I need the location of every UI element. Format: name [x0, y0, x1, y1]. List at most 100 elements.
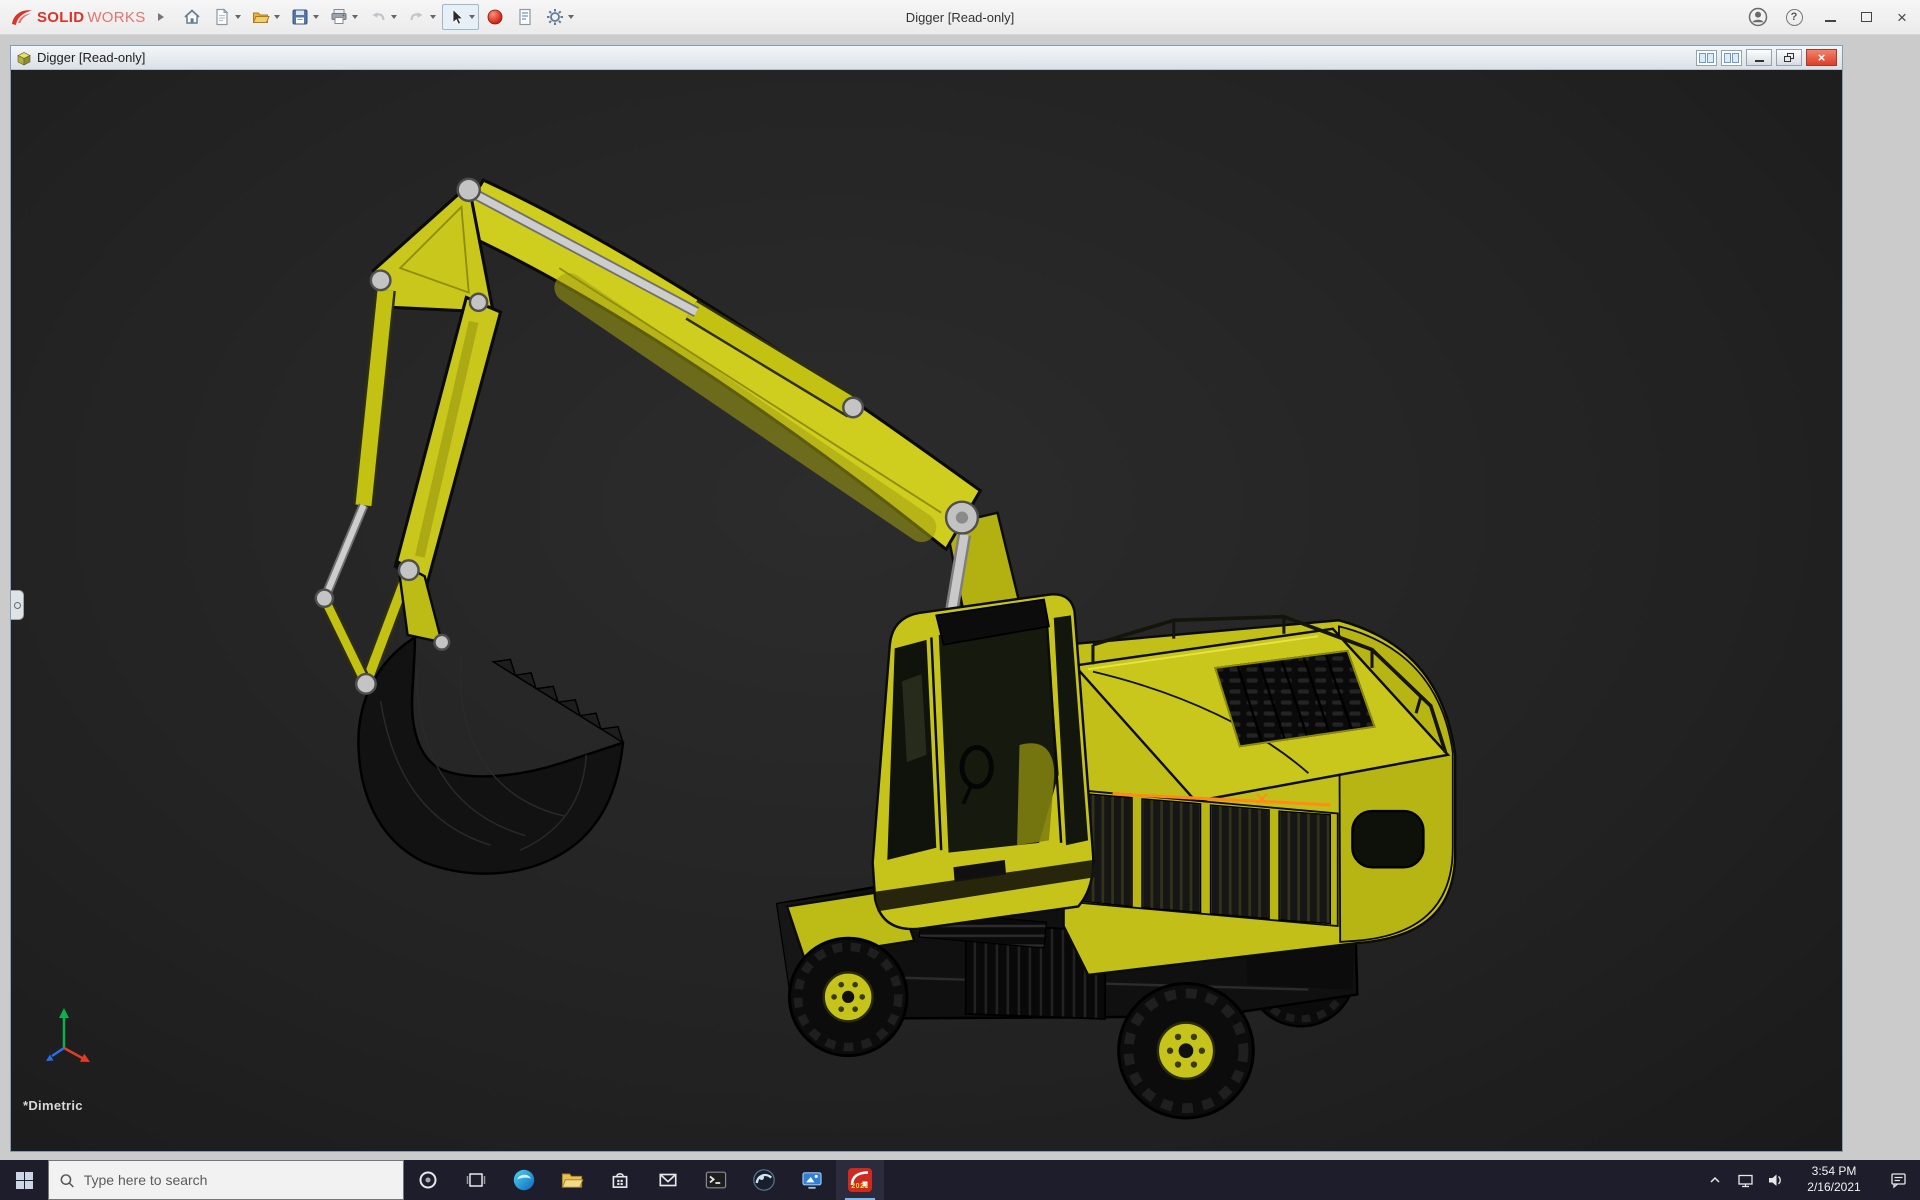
excavator-model[interactable]	[11, 70, 1842, 1151]
stick-cylinder[interactable]	[476, 195, 853, 408]
doc-restore-button[interactable]	[1776, 49, 1802, 66]
minimize-icon	[1755, 60, 1764, 62]
solidworks-taskbar-button[interactable]: 2021	[836, 1160, 884, 1200]
hidden-icons-button[interactable]	[1700, 1160, 1730, 1200]
pane-right-button[interactable]	[1721, 50, 1742, 66]
new-document-button[interactable]	[208, 4, 245, 30]
dropdown-caret-icon[interactable]	[568, 15, 574, 19]
redo-icon	[407, 7, 427, 27]
taskbar-clock[interactable]: 3:54 PM 2/16/2021	[1790, 1160, 1878, 1200]
edge-browser-icon	[512, 1168, 536, 1192]
app-title: Digger [Read-only]	[906, 0, 1014, 35]
select-tool-button[interactable]	[442, 4, 479, 30]
app-titlebar: SOLIDWORKS	[0, 0, 1920, 35]
main-toolbar	[178, 4, 578, 30]
network-icon	[1737, 1172, 1754, 1189]
minimize-button[interactable]	[1812, 0, 1848, 35]
save-button[interactable]	[286, 4, 323, 30]
doc-close-button[interactable]: ×	[1806, 49, 1837, 66]
start-button[interactable]	[0, 1160, 48, 1200]
bucket-cylinder[interactable]	[327, 290, 386, 593]
gear-icon	[545, 7, 565, 27]
view-orientation-label: *Dimetric	[23, 1098, 83, 1113]
workspace-area: Digger [Read-only] ×	[0, 35, 1920, 1160]
boom[interactable]	[454, 180, 980, 549]
mouse-gesture-button[interactable]	[481, 4, 509, 30]
flyout-dot-icon	[14, 602, 21, 609]
bucket-teeth	[493, 659, 623, 742]
windows-taskbar: 2021	[0, 1160, 1920, 1200]
excavator-cab[interactable]	[873, 594, 1096, 929]
dropdown-caret-icon[interactable]	[235, 15, 241, 19]
home-button[interactable]	[178, 4, 206, 30]
monitor-app-icon	[800, 1168, 824, 1192]
close-button[interactable]: ×	[1884, 0, 1920, 35]
open-folder-icon	[251, 7, 271, 27]
mail-button[interactable]	[644, 1160, 692, 1200]
account-button[interactable]	[1740, 0, 1776, 35]
solidworks-brand: SOLIDWORKS	[0, 7, 150, 27]
help-icon: ?	[1786, 9, 1803, 26]
print-button[interactable]	[325, 4, 362, 30]
clock-time: 3:54 PM	[1812, 1164, 1857, 1180]
close-icon: ×	[1818, 51, 1826, 64]
chevron-up-icon	[1708, 1174, 1722, 1186]
edge-browser-button[interactable]	[500, 1160, 548, 1200]
dropdown-caret-icon[interactable]	[469, 15, 475, 19]
task-view-button[interactable]	[452, 1160, 500, 1200]
red-sphere-icon	[485, 7, 505, 27]
document-properties-icon	[515, 7, 535, 27]
dropdown-caret-icon[interactable]	[430, 15, 436, 19]
options-button[interactable]	[541, 4, 578, 30]
help-button[interactable]: ?	[1776, 0, 1812, 35]
excavator-rear-near-wheel[interactable]	[1119, 983, 1254, 1118]
mail-icon	[657, 1169, 679, 1191]
excavator-front-wheel[interactable]	[789, 938, 906, 1055]
search-input[interactable]	[84, 1172, 393, 1188]
maximize-button[interactable]	[1848, 0, 1884, 35]
clock-date: 2/16/2021	[1807, 1180, 1860, 1196]
dropdown-caret-icon[interactable]	[391, 15, 397, 19]
pane-left-button[interactable]	[1696, 50, 1717, 66]
action-center-icon	[1890, 1171, 1908, 1189]
action-center-button[interactable]	[1878, 1160, 1920, 1200]
task-view-icon	[466, 1170, 486, 1190]
open-button[interactable]	[247, 4, 284, 30]
graphics-viewport[interactable]: *Dimetric	[11, 70, 1842, 1151]
maximize-icon	[1861, 12, 1872, 22]
system-tray: 3:54 PM 2/16/2021	[1700, 1160, 1920, 1200]
terminal-app-button[interactable]	[692, 1160, 740, 1200]
taskbar-search[interactable]	[48, 1160, 404, 1200]
store-button[interactable]	[596, 1160, 644, 1200]
undo-icon	[368, 7, 388, 27]
file-explorer-icon	[560, 1168, 584, 1192]
operator-seat[interactable]	[1017, 743, 1054, 845]
menu-expand-arrow-icon[interactable]	[158, 13, 164, 21]
doc-minimize-button[interactable]	[1746, 49, 1772, 66]
cortana-button[interactable]	[404, 1160, 452, 1200]
solidworks-app: SOLIDWORKS	[0, 0, 1920, 1200]
dropdown-caret-icon[interactable]	[352, 15, 358, 19]
monitor-app-button[interactable]	[788, 1160, 836, 1200]
save-icon	[290, 7, 310, 27]
network-button[interactable]	[1730, 1160, 1760, 1200]
dropdown-caret-icon[interactable]	[313, 15, 319, 19]
volume-button[interactable]	[1760, 1160, 1790, 1200]
new-document-icon	[212, 7, 232, 27]
round-app-button[interactable]	[740, 1160, 788, 1200]
solidworks-version-badge: 2021	[847, 1183, 873, 1190]
side-grille-band[interactable]	[1066, 789, 1338, 926]
document-properties-button[interactable]	[511, 4, 539, 30]
search-icon	[59, 1172, 75, 1189]
bucket[interactable]	[358, 637, 623, 873]
brand-text-solid: SOLID	[37, 9, 84, 26]
dropdown-caret-icon[interactable]	[274, 15, 280, 19]
select-arrow-icon	[446, 7, 466, 27]
panel-flyout-tab[interactable]	[11, 590, 24, 620]
undo-button[interactable]	[364, 4, 401, 30]
home-icon	[182, 7, 202, 27]
file-explorer-button[interactable]	[548, 1160, 596, 1200]
rear-window[interactable]	[1352, 811, 1423, 867]
document-titlebar[interactable]: Digger [Read-only] ×	[11, 46, 1842, 70]
redo-button[interactable]	[403, 4, 440, 30]
